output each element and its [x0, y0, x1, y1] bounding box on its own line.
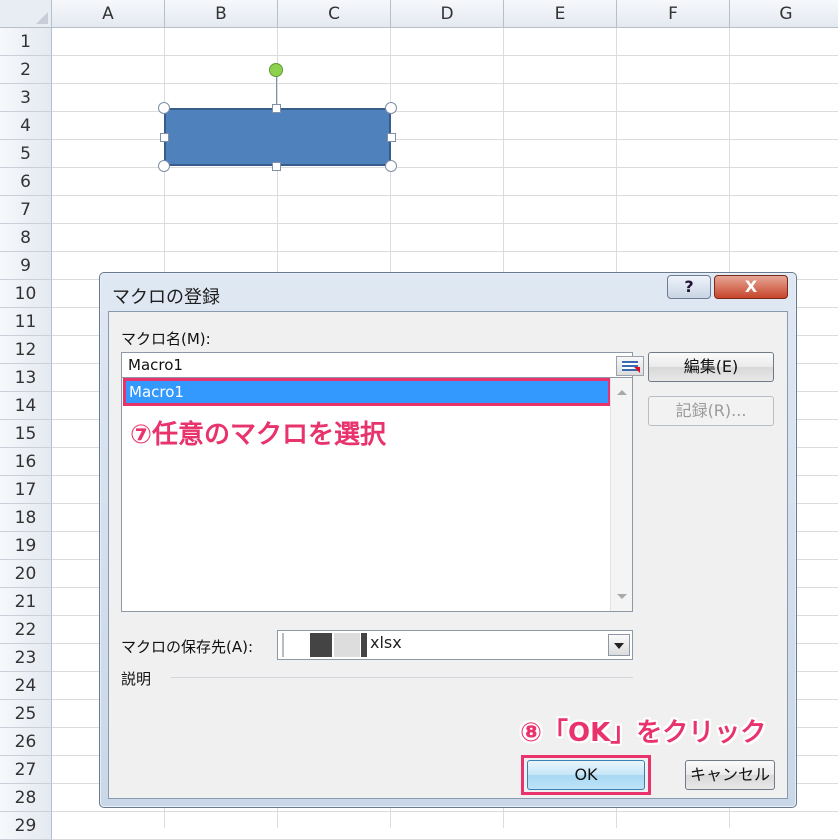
- annotation-highlight-box: [123, 378, 611, 406]
- record-button[interactable]: 記録(R)...: [648, 396, 774, 426]
- row-header[interactable]: 15: [0, 420, 52, 448]
- row-header[interactable]: 2: [0, 56, 52, 84]
- macro-name-label: マクロ名(M):: [121, 330, 211, 348]
- gridline-horizontal: [52, 55, 838, 56]
- macro-name-input[interactable]: Macro1: [121, 352, 644, 378]
- scroll-up-icon[interactable]: [617, 390, 627, 395]
- gridline-horizontal: [52, 195, 838, 196]
- redacted-block: [361, 633, 367, 657]
- resize-handle-right[interactable]: [387, 133, 396, 142]
- row-header[interactable]: 7: [0, 196, 52, 224]
- column-header[interactable]: C: [278, 0, 391, 28]
- scroll-down-icon[interactable]: [617, 594, 627, 599]
- row-header[interactable]: 14: [0, 392, 52, 420]
- gridline-horizontal: [52, 811, 838, 812]
- annotation-step-7: ⑦任意のマクロを選択: [130, 420, 387, 450]
- row-header[interactable]: 6: [0, 168, 52, 196]
- dropdown-arrow-icon[interactable]: [608, 634, 630, 656]
- store-in-label: マクロの保存先(A):: [121, 638, 254, 656]
- dialog-title: マクロの登録: [112, 287, 220, 308]
- annotation-step-8: ⑧「OK」をクリック: [520, 718, 767, 748]
- dialog-titlebar[interactable]: マクロの登録 ? X: [100, 273, 796, 315]
- row-header[interactable]: 26: [0, 728, 52, 756]
- column-header[interactable]: A: [52, 0, 165, 28]
- description-label: 説明: [121, 670, 152, 688]
- row-header[interactable]: 10: [0, 280, 52, 308]
- collapse-dialog-button[interactable]: [616, 356, 644, 376]
- description-divider: [171, 677, 633, 678]
- annotation-highlight-box: [521, 755, 651, 795]
- row-header[interactable]: 23: [0, 644, 52, 672]
- store-in-select[interactable]: xlsx: [277, 630, 633, 660]
- row-header[interactable]: 20: [0, 560, 52, 588]
- resize-handle-bottom-right[interactable]: [385, 160, 397, 172]
- row-header[interactable]: 22: [0, 616, 52, 644]
- resize-handle-left[interactable]: [160, 133, 169, 142]
- gridline-horizontal: [52, 251, 838, 252]
- gridline-horizontal: [52, 223, 838, 224]
- resize-handle-top-right[interactable]: [385, 102, 397, 114]
- gridline-horizontal: [52, 83, 838, 84]
- redacted-block: [310, 633, 332, 657]
- macro-name-value: Macro1: [128, 356, 183, 374]
- row-header[interactable]: 24: [0, 672, 52, 700]
- redacted-block: [282, 633, 284, 657]
- rectangle-shape[interactable]: [164, 108, 391, 166]
- row-header[interactable]: 5: [0, 140, 52, 168]
- column-header[interactable]: D: [391, 0, 504, 28]
- row-header[interactable]: 29: [0, 812, 52, 840]
- redacted-block: [334, 633, 360, 657]
- row-header[interactable]: 17: [0, 476, 52, 504]
- edit-button[interactable]: 編集(E): [648, 352, 774, 382]
- row-header[interactable]: 19: [0, 532, 52, 560]
- column-header[interactable]: B: [165, 0, 278, 28]
- list-scrollbar[interactable]: [610, 378, 632, 611]
- row-header[interactable]: 1: [0, 28, 52, 56]
- row-header[interactable]: 4: [0, 112, 52, 140]
- resize-handle-top-left[interactable]: [158, 102, 170, 114]
- column-header[interactable]: F: [617, 0, 730, 28]
- column-header[interactable]: E: [504, 0, 617, 28]
- row-header[interactable]: 16: [0, 448, 52, 476]
- gridline-horizontal: [52, 167, 838, 168]
- row-header[interactable]: 13: [0, 364, 52, 392]
- row-header[interactable]: 8: [0, 224, 52, 252]
- arrow-icon: [634, 367, 640, 373]
- resize-handle-bottom-left[interactable]: [158, 160, 170, 172]
- row-header[interactable]: 21: [0, 588, 52, 616]
- row-header[interactable]: 27: [0, 756, 52, 784]
- row-header[interactable]: 25: [0, 700, 52, 728]
- row-header[interactable]: 28: [0, 784, 52, 812]
- row-header[interactable]: 3: [0, 84, 52, 112]
- store-in-value: xlsx: [370, 633, 402, 652]
- rotation-handle[interactable]: [269, 63, 283, 77]
- column-header[interactable]: G: [730, 0, 838, 28]
- row-header[interactable]: 11: [0, 308, 52, 336]
- help-button[interactable]: ?: [667, 275, 711, 299]
- row-header[interactable]: 9: [0, 252, 52, 280]
- resize-handle-bottom[interactable]: [272, 162, 281, 171]
- cancel-button[interactable]: キャンセル: [685, 760, 775, 790]
- close-button[interactable]: X: [714, 275, 788, 299]
- resize-handle-top[interactable]: [272, 104, 281, 113]
- row-header[interactable]: 18: [0, 504, 52, 532]
- select-all-corner[interactable]: [0, 0, 52, 28]
- row-header[interactable]: 12: [0, 336, 52, 364]
